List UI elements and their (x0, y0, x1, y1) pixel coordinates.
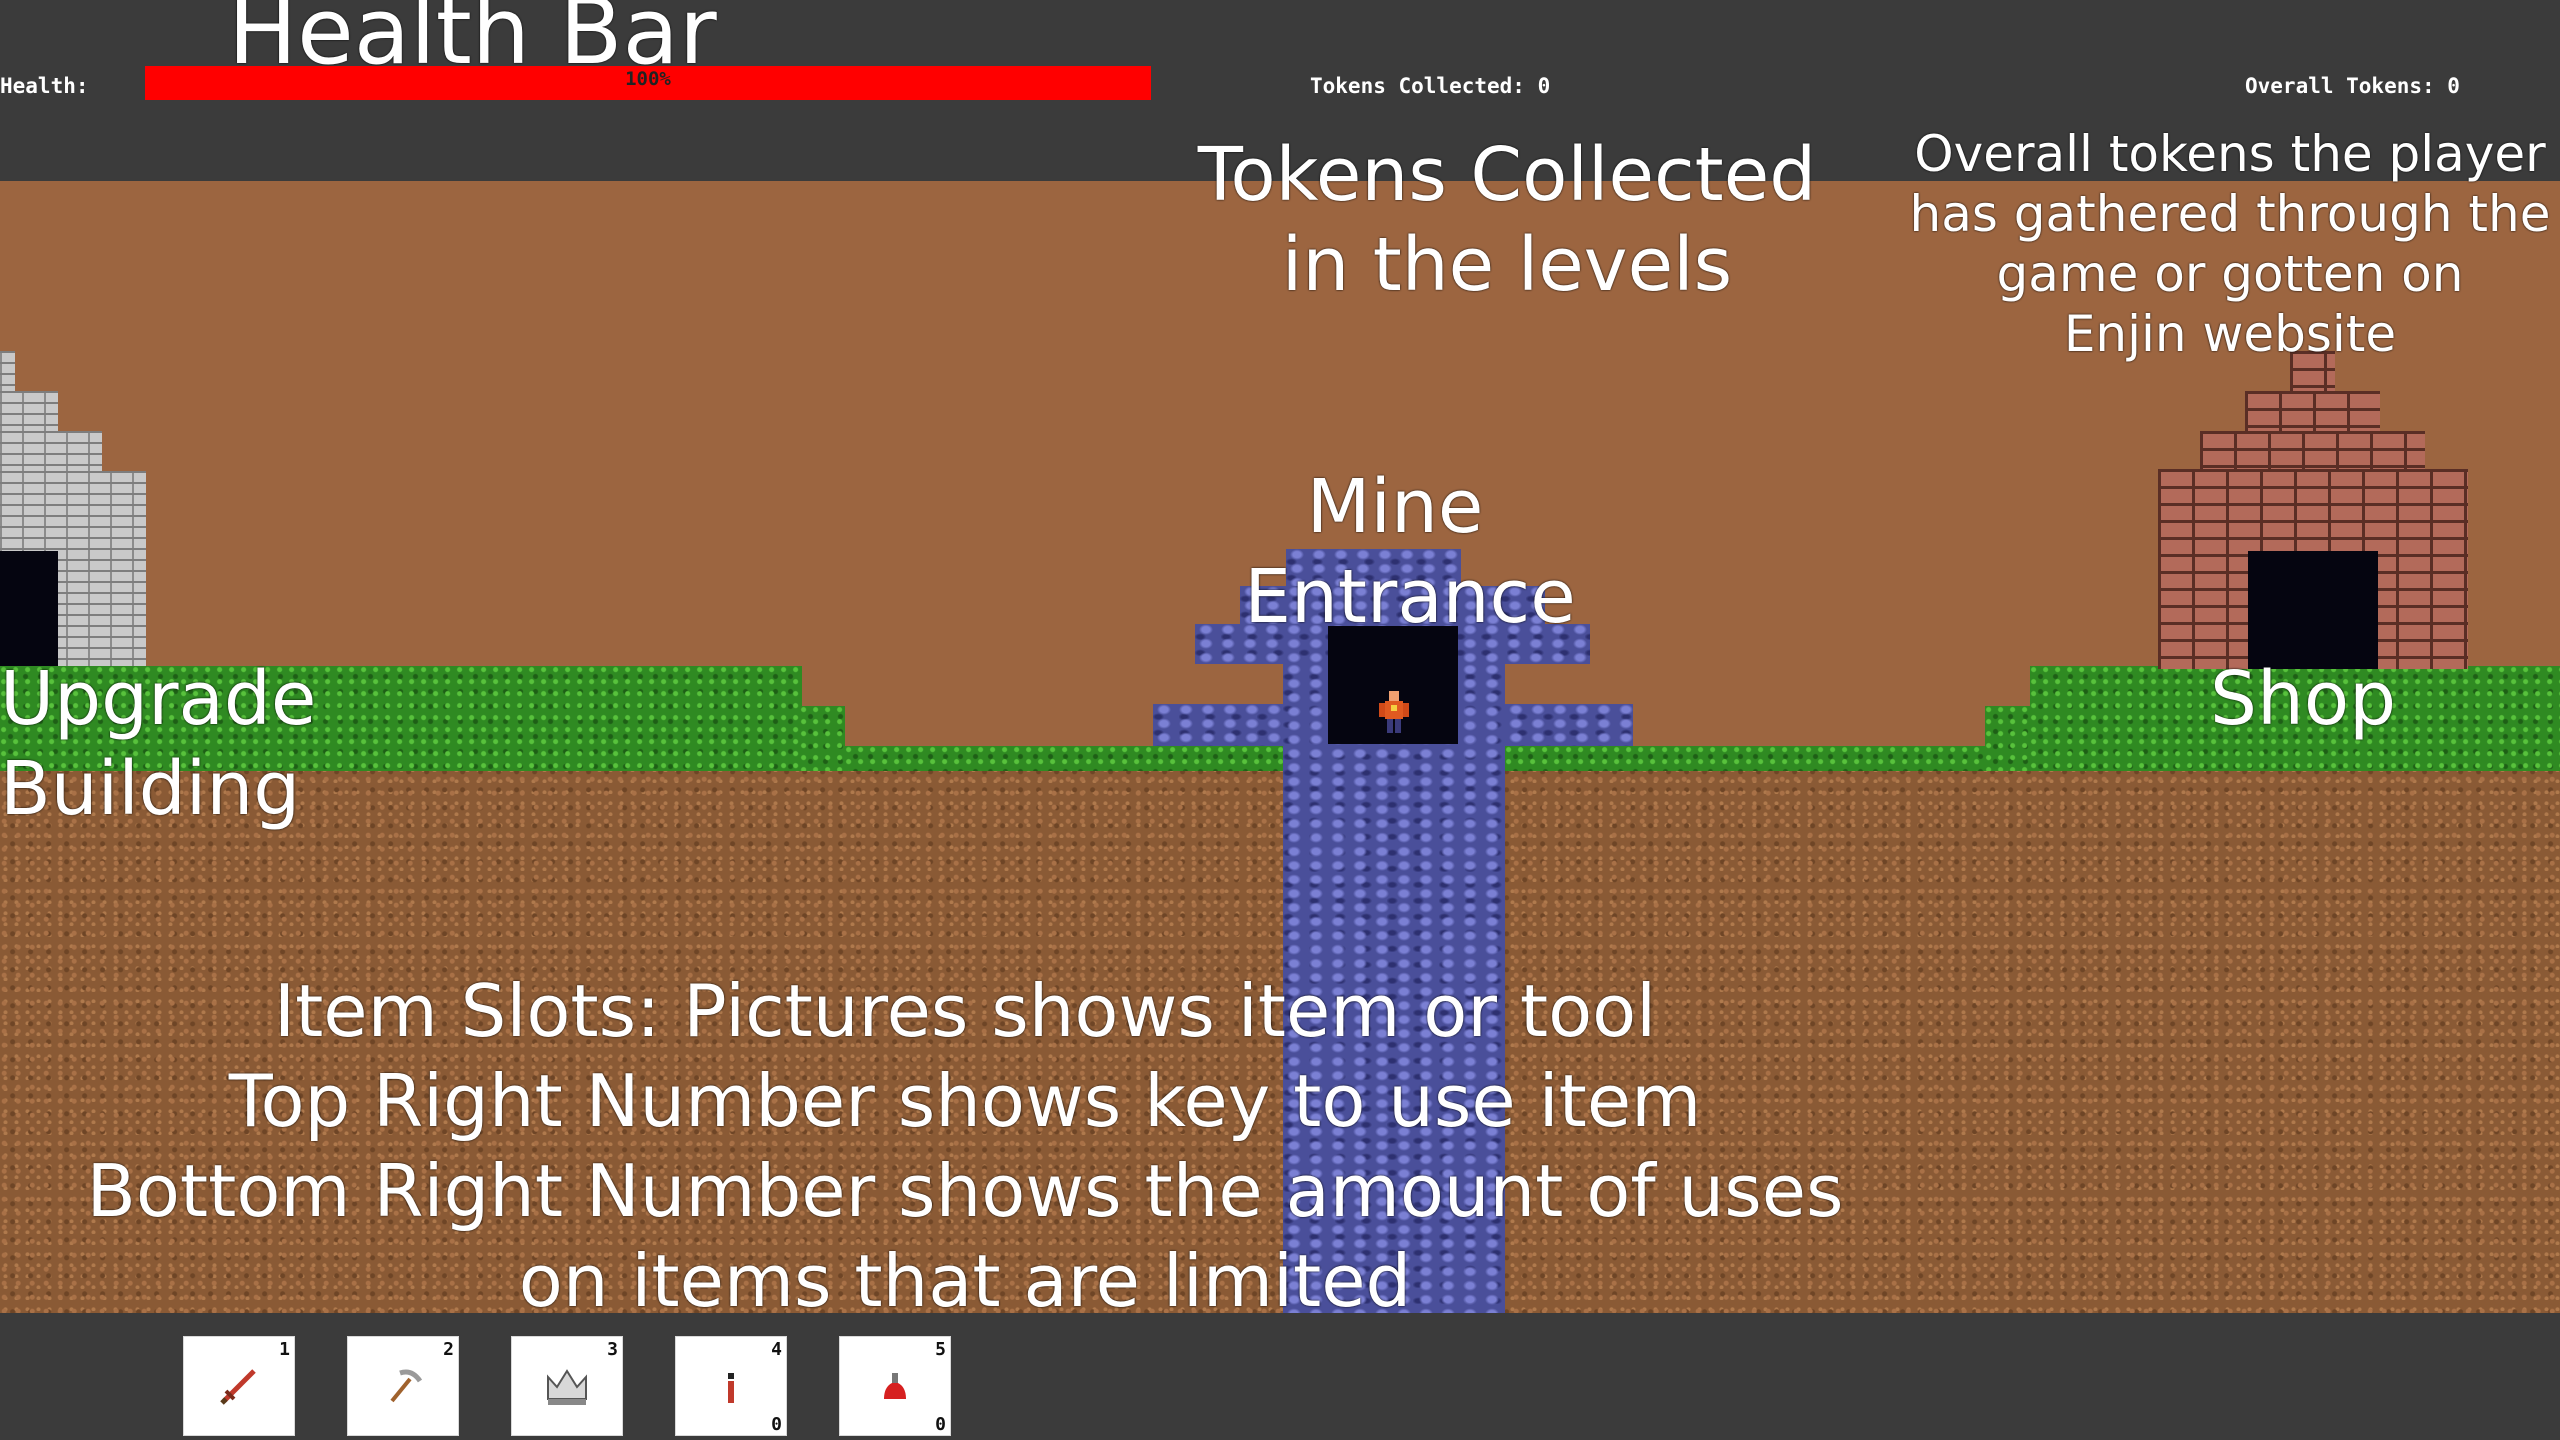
upgrade-building-door[interactable] (0, 551, 58, 666)
health-label: Health: (0, 74, 89, 98)
player-character (1379, 691, 1409, 733)
item-slot-3[interactable]: 3 (511, 1336, 623, 1436)
annotation-overall-line1: Overall tokens the player (1914, 125, 2546, 183)
annotation-tokens-collected-line2: in the levels (1281, 222, 1733, 308)
pickaxe-icon (390, 1369, 423, 1403)
slot-4-key: 4 (771, 1339, 782, 1360)
slot-4-uses: 0 (771, 1414, 782, 1435)
annotation-upgrade-line2: Building (0, 746, 301, 832)
upgrade-building-roof-3 (0, 431, 102, 471)
annotation-health-bar: Health Bar (228, 0, 717, 85)
shop-roof-2 (2245, 391, 2380, 431)
annotation-overall-line3: game or gotten on (1996, 245, 2464, 303)
slot-3-key: 3 (607, 1339, 618, 1360)
shop-roof-3 (2200, 431, 2425, 471)
annotation-slots-line3: Bottom Right Number shows the amount of … (86, 1149, 1844, 1233)
annotation-shop: Shop (2210, 656, 2397, 742)
annotation-tokens-collected-line1: Tokens Collected (1197, 132, 1817, 218)
slot-5-key: 5 (935, 1339, 946, 1360)
annotation-upgrade-building: Upgrade Building (0, 654, 316, 834)
item-slot-2[interactable]: 2 (347, 1336, 459, 1436)
upgrade-building-roof-2 (0, 391, 58, 431)
grass-right-step (1985, 706, 2030, 771)
overall-tokens-counter: Overall Tokens: 0 (2245, 74, 2460, 98)
annotation-slots-line1: Item Slots: Pictures shows item or tool (273, 969, 1657, 1053)
slot-5-uses: 0 (935, 1414, 946, 1435)
slot-2-key: 2 (443, 1339, 454, 1360)
annotation-tokens-collected: Tokens Collected in the levels (1172, 130, 1842, 310)
item-slot-5[interactable]: 5 0 (839, 1336, 951, 1436)
crown-icon (547, 1369, 587, 1405)
annotation-mine-line2: Entrance (1244, 554, 1576, 640)
annotation-overall-tokens: Overall tokens the player has gathered t… (1880, 124, 2560, 364)
annotation-overall-line4: Enjin website (2063, 305, 2397, 363)
annotation-upgrade-line1: Upgrade (0, 656, 317, 742)
grass-left-step (800, 706, 845, 771)
shop-door[interactable] (2248, 551, 2378, 669)
slot-1-key: 1 (279, 1339, 290, 1360)
annotation-mine-line1: Mine (1306, 464, 1484, 550)
annotation-mine-entrance: Mine Entrance (1220, 462, 1600, 642)
sword-icon (220, 1369, 256, 1405)
item-slot-4[interactable]: 4 0 (675, 1336, 787, 1436)
torch-icon (728, 1373, 734, 1403)
tokens-collected-counter: Tokens Collected: 0 (1310, 74, 1551, 98)
potion-icon (884, 1373, 906, 1399)
upgrade-building-roof-1 (0, 351, 15, 391)
annotation-overall-line2: has gathered through the (1909, 185, 2551, 243)
item-slot-1[interactable]: 1 (183, 1336, 295, 1436)
annotation-slots-line2: Top Right Number shows key to use item (228, 1059, 1702, 1143)
annotation-item-slots: Item Slots: Pictures shows item or tool … (0, 966, 1930, 1326)
